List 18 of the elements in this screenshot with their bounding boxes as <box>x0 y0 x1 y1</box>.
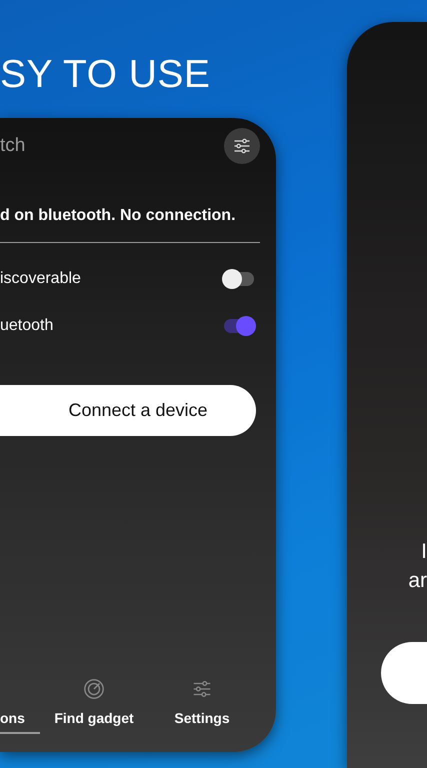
radar-icon <box>83 678 105 700</box>
sliders-icon <box>191 678 213 700</box>
settings-icon <box>232 136 252 156</box>
screen-text: I <box>421 539 427 565</box>
status-message: d on bluetooth. No connection. <box>0 207 237 225</box>
connect-button[interactable]: Connect a device <box>0 385 256 436</box>
toggle-switch[interactable] <box>222 314 256 336</box>
screen-button[interactable] <box>381 642 427 704</box>
toggle-switch[interactable] <box>222 268 256 290</box>
screen-title: tch <box>0 135 26 157</box>
nav-tab[interactable]: ons <box>0 676 40 734</box>
setting-label: iscoverable <box>0 270 81 288</box>
nav-tab[interactable]: Settings <box>148 676 256 734</box>
headline: SY TO USE <box>0 52 212 98</box>
nav-tab[interactable]: Find gadget <box>40 676 148 734</box>
setting-label: uetooth <box>0 316 54 334</box>
screen-text: ar <box>408 568 427 594</box>
settings-button[interactable] <box>224 128 260 164</box>
